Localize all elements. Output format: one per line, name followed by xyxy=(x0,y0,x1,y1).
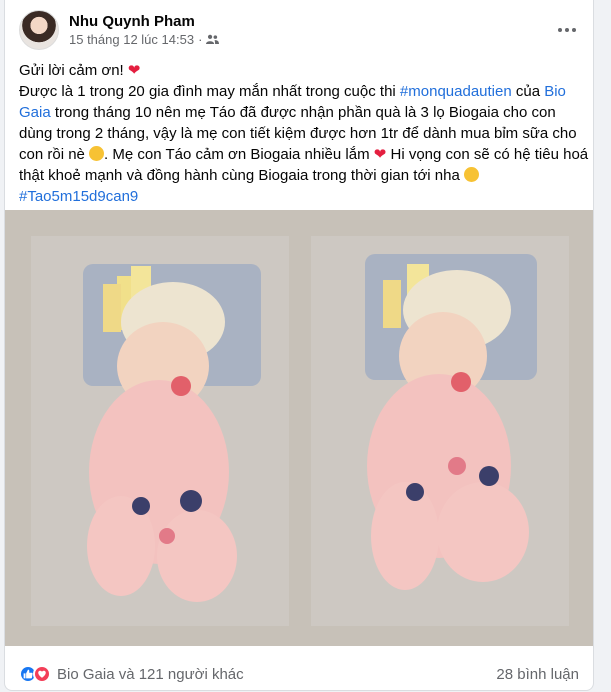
baby-photo-1-image xyxy=(31,236,289,626)
author-name[interactable]: Nhu Quynh Pham xyxy=(69,12,219,31)
post-card: Nhu Quynh Pham 15 tháng 12 lúc 14:53 · G… xyxy=(4,0,594,691)
heart-emoji-icon: ❤ xyxy=(373,146,387,163)
post-meta: Nhu Quynh Pham 15 tháng 12 lúc 14:53 · xyxy=(69,12,220,48)
baby-photo-2[interactable] xyxy=(311,236,569,626)
post-footer: Bio Gaia và 121 người khác 28 bình luận xyxy=(19,656,579,692)
baby-photo-1[interactable] xyxy=(31,236,289,626)
post-line-1: Gửi lời cảm ơn! ❤ xyxy=(19,60,589,81)
love-icon xyxy=(33,665,51,683)
text-segment: của xyxy=(511,83,545,100)
post-text: Gửi lời cảm ơn! ❤ Được là 1 trong 20 gia… xyxy=(19,60,589,207)
thanks-text: Gửi lời cảm ơn! xyxy=(19,62,128,79)
hashtag-link[interactable]: #Tao5m15d9can9 xyxy=(19,188,138,205)
dot-icon xyxy=(558,28,562,32)
text-segment: . Mẹ con Táo cảm ơn Biogaia nhiều lắm xyxy=(104,146,374,163)
more-options-button[interactable] xyxy=(555,18,579,42)
post-timestamp[interactable]: 15 tháng 12 lúc 14:53 xyxy=(69,31,194,48)
post-paragraph: Được là 1 trong 20 gia đình may mắn nhất… xyxy=(19,81,589,186)
post-subline: 15 tháng 12 lúc 14:53 · xyxy=(69,31,220,48)
friends-icon xyxy=(206,34,220,44)
reactions-summary[interactable]: Bio Gaia và 121 người khác xyxy=(19,665,244,683)
dot-icon xyxy=(565,28,569,32)
laughing-emoji-icon xyxy=(89,146,105,161)
separator-dot: · xyxy=(198,32,203,47)
heart-emoji-icon: ❤ xyxy=(127,62,141,79)
smile-emoji-icon xyxy=(463,167,479,182)
comments-count-link[interactable]: 28 bình luận xyxy=(496,666,579,683)
baby-photo-2-image xyxy=(311,236,569,626)
reaction-icons xyxy=(19,665,51,683)
reactions-count-text[interactable]: Bio Gaia và 121 người khác xyxy=(57,666,244,683)
post-header: Nhu Quynh Pham 15 tháng 12 lúc 14:53 · xyxy=(19,8,220,52)
text-segment: Được là 1 trong 20 gia đình may mắn nhất… xyxy=(19,83,400,100)
post-hashtag-line: #Tao5m15d9can9 xyxy=(19,186,589,207)
hashtag-link[interactable]: #monquadautien xyxy=(400,83,512,100)
photo-grid xyxy=(5,210,593,646)
dot-icon xyxy=(572,28,576,32)
author-avatar[interactable] xyxy=(19,10,59,50)
